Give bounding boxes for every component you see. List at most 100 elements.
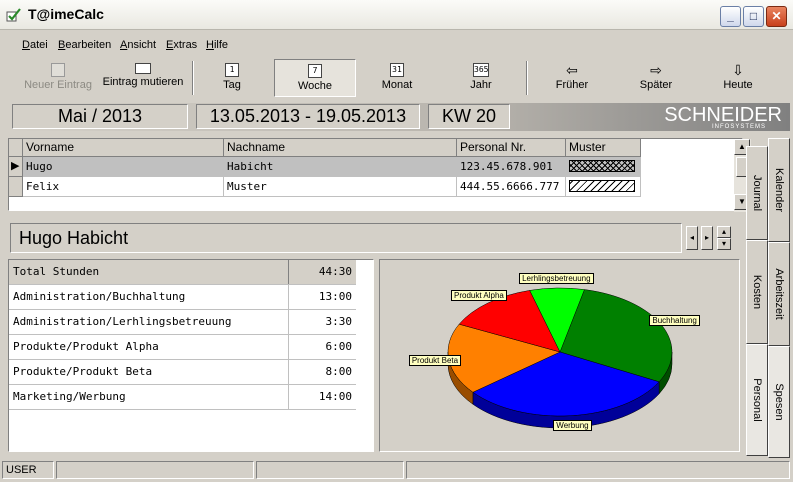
hours-table: Total Stunden 44:30 Administration/Buchh… [8,259,374,452]
table-row[interactable]: Administration/Buchhaltung 13:00 [9,285,356,310]
activity-label: Produkte/Produkt Beta [13,365,153,378]
total-label: Total Stunden [13,265,100,278]
table-row-total[interactable]: Total Stunden 44:30 [9,260,356,285]
tab-arbeitszeit[interactable]: Arbeitszeit [768,242,790,346]
week-view-button[interactable]: 7 Woche [274,59,356,97]
tab-journal[interactable]: Journal [746,146,768,240]
table-cell-personal-nr[interactable]: 123.45.678.901 [457,157,566,177]
app-check-icon [6,8,22,22]
pie-slice-label: Produkt Alpha [451,289,507,301]
tab-kalender[interactable]: Kalender [768,138,790,242]
tab-kosten[interactable]: Kosten [746,240,768,344]
maximize-icon: □ [749,9,758,23]
menu-hilfe[interactable]: Hilfe [206,39,228,51]
title-bar[interactable]: T@imeCalc _ □ ✕ [0,0,793,30]
activity-hours: 6:00 [288,335,356,359]
table-row[interactable]: Administration/Lerhlingsbetreuung 3:30 [9,310,356,335]
later-button[interactable]: ⇨ Später [624,59,688,97]
activity-hours: 13:00 [288,285,356,309]
close-icon: ✕ [771,9,782,23]
arrow-left-icon: ⇦ [566,62,578,78]
people-table: Vorname Nachname Personal Nr. Muster ▶ H… [8,138,751,212]
activity-hours: 14:00 [288,385,356,409]
row-indicator[interactable]: ▶ [9,157,23,177]
spin-up-button[interactable]: ▴ [717,226,731,238]
toolbar-separator [192,61,194,95]
month-view-button[interactable]: 31 Monat [364,59,430,97]
status-panel [406,461,790,479]
menu-datei[interactable]: Datei [22,39,48,51]
spin-down-icon: ▾ [721,239,726,248]
current-row-arrow-icon: ▶ [11,160,20,172]
arrow-right-icon: ⇨ [650,62,662,78]
hours-pie-chart-panel: Buchhaltung Werbung Produkt Beta Produkt Al… [379,259,740,452]
month-display: Mai / 2013 [12,104,188,129]
calendar-year-icon: 365 [473,63,489,77]
table-cell-pattern[interactable] [566,177,641,197]
window-title: T@imeCalc [28,6,104,22]
spin-up-icon: ▴ [721,227,726,236]
table-row[interactable]: Marketing/Werbung 14:00 [9,385,356,410]
toolbar-separator [526,61,528,95]
maximize-button[interactable]: □ [743,6,764,27]
new-entry-button[interactable]: Neuer Eintrag [20,59,96,97]
calendar-week-icon: 7 [308,64,322,78]
new-entry-icon [51,63,65,77]
column-header-vorname[interactable]: Vorname [23,139,224,157]
menu-bearbeiten[interactable]: Bearbeiten [58,39,111,51]
table-cell-personal-nr[interactable]: 444.55.6666.777 [457,177,566,197]
pie-slice-label: Lerhlingsbetreuung [519,272,594,284]
edit-entry-button[interactable]: Eintrag mutieren [100,59,186,97]
table-row[interactable]: Produkte/Produkt Alpha 6:00 [9,335,356,360]
row-indicator[interactable] [9,177,23,197]
pie-slice-label: Werbung [553,420,592,432]
cross-pattern-swatch [569,160,635,172]
next-person-button[interactable]: ▸ [701,226,713,250]
status-panel [256,461,404,479]
total-value: 44:30 [288,260,356,284]
activity-hours: 8:00 [288,360,356,384]
day-view-button[interactable]: 1 Tag [200,59,264,97]
activity-label: Administration/Lerhlingsbetreuung [13,315,232,328]
activity-label: Administration/Buchhaltung [13,290,186,303]
chevron-down-icon: ▼ [738,197,746,206]
tab-spesen[interactable]: Spesen [768,346,790,458]
year-view-button[interactable]: 365 Jahr [448,59,514,97]
tab-personal[interactable]: Personal [746,344,768,456]
table-row[interactable]: Produkte/Produkt Beta 8:00 [9,360,356,385]
minimize-button[interactable]: _ [720,6,741,27]
toolbar: Neuer Eintrag Eintrag mutieren 1 Tag 7 W… [6,59,787,99]
chevron-left-icon: ◂ [689,233,694,242]
status-user: USER [2,461,54,479]
table-cell-last-name[interactable]: Habicht [224,157,457,177]
today-button[interactable]: ⇩ Heute [706,59,770,97]
activity-label: Produkte/Produkt Alpha [13,340,159,353]
week-range-display: 13.05.2013 - 19.05.2013 [196,104,420,129]
company-logo-subtitle: INFOSYSTEMS [712,124,767,130]
arrow-down-icon: ⇩ [732,62,744,78]
minimize-icon: _ [727,9,734,23]
earlier-button[interactable]: ⇦ Früher [540,59,604,97]
diagonal-pattern-swatch [569,180,635,192]
table-cell-first-name[interactable]: Felix [23,177,224,197]
activity-label: Marketing/Werbung [13,390,126,403]
spin-down-button[interactable]: ▾ [717,238,731,250]
status-panel [56,461,254,479]
close-button[interactable]: ✕ [766,6,787,27]
table-cell-last-name[interactable]: Muster [224,177,457,197]
column-header-muster[interactable]: Muster [566,139,641,157]
chevron-up-icon: ▲ [738,142,746,151]
table-cell-pattern[interactable] [566,157,641,177]
previous-person-button[interactable]: ◂ [686,226,698,250]
calendar-week-display: KW 20 [428,104,510,129]
calendar-month-icon: 31 [390,63,404,77]
menu-extras[interactable]: Extras [166,39,197,51]
row-indicator-header [9,139,23,157]
menu-ansicht[interactable]: Ansicht [120,39,156,51]
chevron-right-icon: ▸ [704,233,709,242]
table-cell-first-name[interactable]: Hugo [23,157,224,177]
menu-bar: Datei Bearbeiten Ansicht Extras Hilfe [0,36,793,56]
column-header-nachname[interactable]: Nachname [224,139,457,157]
column-header-personal-nr[interactable]: Personal Nr. [457,139,566,157]
calendar-day-icon: 1 [225,63,239,77]
